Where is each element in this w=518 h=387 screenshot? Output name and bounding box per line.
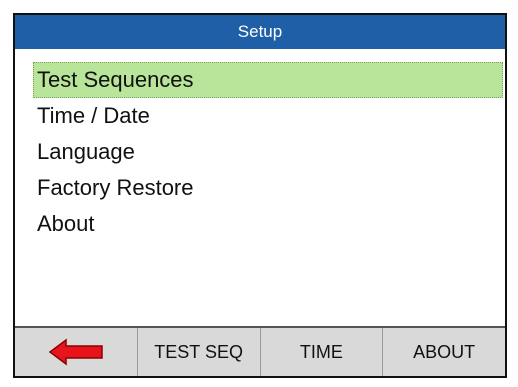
title-bar: Setup: [15, 15, 505, 49]
menu-item-label: About: [37, 211, 95, 236]
back-button[interactable]: [15, 328, 138, 376]
menu-item-language[interactable]: Language: [33, 134, 503, 170]
screen-title: Setup: [237, 22, 283, 41]
about-button[interactable]: ABOUT: [383, 328, 505, 376]
menu-item-factory-restore[interactable]: Factory Restore: [33, 170, 503, 206]
setup-menu: Test Sequences Time / Date Language Fact…: [33, 62, 503, 242]
menu-item-label: Time / Date: [37, 103, 150, 128]
menu-item-about[interactable]: About: [33, 206, 503, 242]
menu-item-time-date[interactable]: Time / Date: [33, 98, 503, 134]
test-seq-button[interactable]: TEST SEQ: [137, 328, 261, 376]
device-screen: Setup Test Sequences Time / Date Languag…: [13, 13, 507, 378]
menu-item-label: Factory Restore: [37, 175, 194, 200]
time-label: TIME: [299, 341, 343, 362]
menu-item-label: Language: [37, 139, 135, 164]
test-seq-label: TEST SEQ: [154, 341, 243, 362]
softkey-bar: TEST SEQ TIME ABOUT: [15, 326, 505, 376]
menu-item-test-sequences[interactable]: Test Sequences: [33, 62, 503, 98]
about-label: ABOUT: [413, 341, 476, 362]
menu-item-label: Test Sequences: [37, 67, 194, 92]
left-arrow-icon: [48, 338, 104, 366]
time-button[interactable]: TIME: [260, 328, 384, 376]
